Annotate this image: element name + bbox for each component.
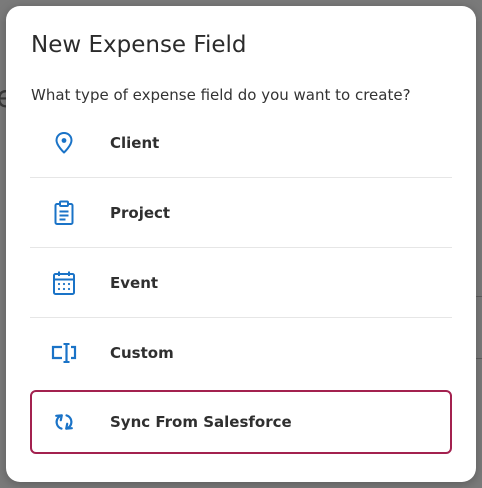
sync-icon: [51, 409, 77, 435]
location-pin-icon: [51, 130, 77, 156]
option-sync-from-salesforce[interactable]: Sync From Salesforce: [30, 390, 452, 454]
option-label: Sync From Salesforce: [110, 413, 292, 431]
option-label: Client: [110, 133, 160, 152]
calendar-icon: [51, 270, 77, 296]
option-project[interactable]: Project: [30, 178, 452, 248]
option-label: Event: [110, 273, 159, 292]
text-field-icon: [51, 340, 77, 366]
option-custom[interactable]: Custom: [30, 318, 452, 388]
option-client[interactable]: Client: [30, 108, 452, 178]
clipboard-icon: [51, 200, 77, 226]
field-type-list: Client Project Event Custom Sync From Sa…: [30, 108, 452, 454]
option-label: Custom: [110, 344, 174, 362]
dialog-prompt: What type of expense field do you want t…: [31, 86, 411, 104]
new-expense-field-dialog: New Expense Field What type of expense f…: [6, 6, 476, 482]
option-event[interactable]: Event: [30, 248, 452, 318]
dialog-title: New Expense Field: [31, 32, 247, 58]
option-label: Project: [110, 203, 171, 222]
